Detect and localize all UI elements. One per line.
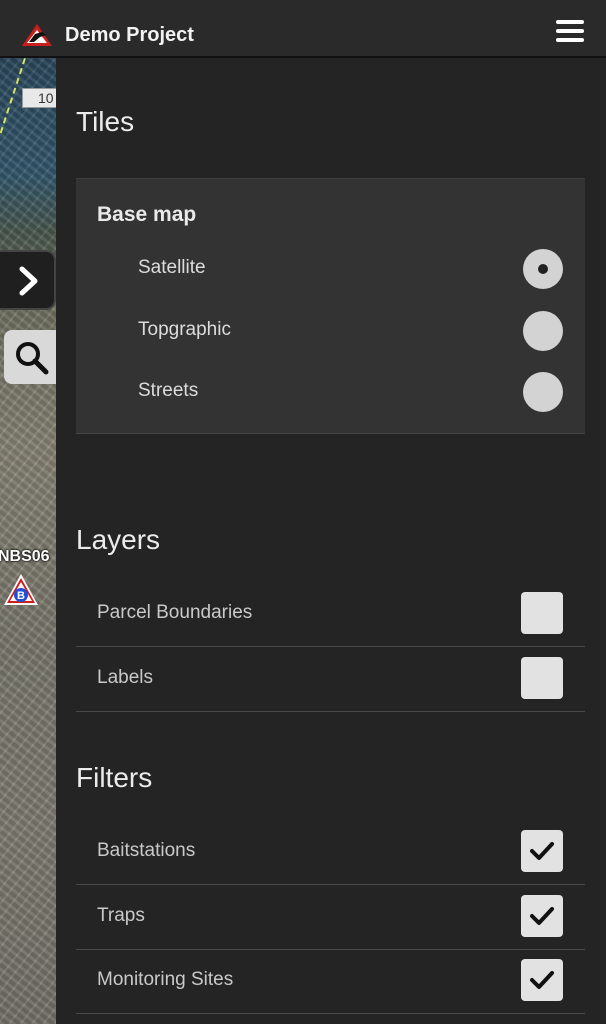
road-number-sign: 10 xyxy=(22,88,56,108)
filter-label: Baitstations xyxy=(97,840,196,861)
checkmark-icon xyxy=(530,842,554,860)
map-view[interactable]: 10 NBS06 B xyxy=(0,58,56,1024)
checkbox-checked[interactable] xyxy=(521,895,563,937)
chevron-right-icon xyxy=(19,266,38,296)
layer-label: Parcel Boundaries xyxy=(97,602,253,623)
basemap-option-streets[interactable]: Streets xyxy=(76,370,585,414)
app-title: Demo Project xyxy=(65,24,194,46)
filters-heading: Filters xyxy=(76,762,153,793)
radio-button[interactable] xyxy=(523,311,563,351)
layer-item-labels[interactable]: Labels xyxy=(76,647,585,712)
filter-item-monitoring-sites[interactable]: Monitoring Sites xyxy=(76,949,585,1014)
base-map-title: Base map xyxy=(97,203,197,226)
basemap-option-satellite[interactable]: Satellite xyxy=(76,247,585,291)
app-header: Demo Project xyxy=(0,0,606,58)
radio-label: Streets xyxy=(138,380,199,401)
basemap-option-topographic[interactable]: Topgraphic xyxy=(76,309,585,353)
filter-item-traps[interactable]: Traps xyxy=(76,885,585,950)
radio-label: Topgraphic xyxy=(138,319,231,340)
satellite-imagery xyxy=(0,58,56,1024)
hamburger-menu-icon[interactable] xyxy=(556,20,584,44)
layers-heading: Layers xyxy=(76,524,161,555)
layer-item-parcel-boundaries[interactable]: Parcel Boundaries xyxy=(76,582,585,647)
settings-panel: Tiles Base map Satellite Topgraphic Stre… xyxy=(56,58,606,1024)
radio-button[interactable] xyxy=(523,372,563,412)
collapse-panel-button[interactable] xyxy=(0,250,56,310)
map-search-button[interactable] xyxy=(4,330,56,384)
site-label: NBS06 xyxy=(0,548,50,565)
checkbox-checked[interactable] xyxy=(521,959,563,1001)
checkbox-unchecked[interactable] xyxy=(521,657,563,699)
search-icon xyxy=(16,342,49,375)
checkmark-icon xyxy=(530,971,554,989)
filter-item-baitstations[interactable]: Baitstations xyxy=(76,820,585,885)
checkmark-icon xyxy=(530,907,554,925)
site-marker-letter: B xyxy=(17,590,25,602)
checkbox-unchecked[interactable] xyxy=(521,592,563,634)
filter-label: Traps xyxy=(97,905,145,926)
filter-label: Monitoring Sites xyxy=(97,969,234,990)
checkbox-checked[interactable] xyxy=(521,830,563,872)
radio-button-selected[interactable] xyxy=(523,249,563,289)
baitstation-marker-icon[interactable]: B xyxy=(2,572,40,608)
radio-label: Satellite xyxy=(138,257,206,278)
bird-logo-icon xyxy=(22,24,52,46)
tiles-heading: Tiles xyxy=(76,106,135,137)
layer-label: Labels xyxy=(97,667,153,688)
base-map-card: Base map Satellite Topgraphic Streets xyxy=(76,178,585,434)
